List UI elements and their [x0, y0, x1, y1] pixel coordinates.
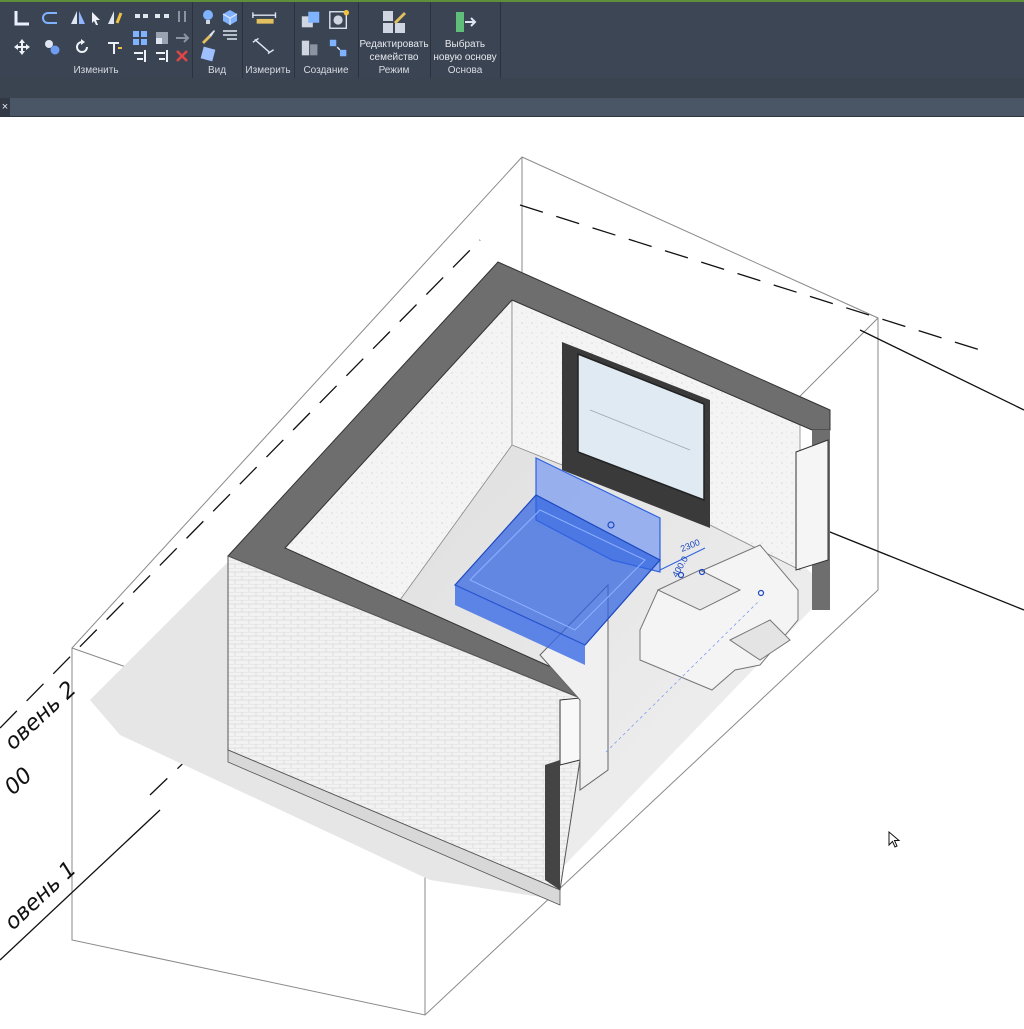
ribbon: Изменить Вид Измерить Создание Редактиро… [0, 0, 1024, 80]
paint-brush-icon[interactable] [198, 26, 218, 46]
split-gap-icon[interactable] [152, 7, 172, 27]
mouse-cursor-icon [888, 831, 901, 848]
align-tool-icon[interactable] [12, 8, 32, 28]
split-element-icon[interactable] [132, 7, 152, 27]
panel-view: Вид [192, 2, 243, 78]
panel-label-modify: Изменить [73, 65, 119, 76]
pick-new-host-button[interactable]: Выбрать новую основу [430, 4, 500, 64]
pin-icon[interactable] [172, 7, 192, 27]
align-right-icon[interactable] [152, 46, 172, 66]
thin-lines-icon[interactable] [220, 26, 240, 46]
delete-icon[interactable] [172, 46, 192, 66]
door-jamb [545, 760, 560, 890]
create-assembly-icon[interactable] [298, 36, 324, 60]
edit-family-label-line1: Редактировать [359, 39, 429, 50]
panel-mode: Редактировать семейство Режим [358, 2, 431, 78]
panel-label-mode: Режим [378, 65, 410, 76]
panel-measure: Измерить [242, 2, 295, 78]
panel-label-create: Создание [303, 65, 349, 76]
wall-end-cap [559, 697, 581, 766]
panel-create: Создание [294, 2, 359, 78]
3d-model-drawing: 2300 400.0 [0, 156, 1024, 1016]
create-part-icon[interactable] [298, 8, 324, 32]
panel-label-measure: Измерить [245, 65, 291, 76]
hide-element-icon[interactable] [198, 44, 218, 64]
view-cube-icon[interactable] [220, 7, 240, 27]
panel-label-view: Вид [207, 65, 227, 76]
edit-family-button[interactable]: Редактировать семейство [358, 4, 430, 64]
create-similar-icon[interactable] [326, 36, 352, 60]
measure-distance-icon[interactable] [250, 8, 284, 28]
edit-family-icon [380, 8, 408, 36]
pick-new-host-label-line1: Выбрать [444, 39, 486, 50]
pick-new-host-label-line2: новую основу [433, 52, 497, 63]
mirror-tool-icon[interactable] [68, 8, 88, 28]
options-bar [0, 78, 1024, 98]
aligned-dimension-icon[interactable] [250, 36, 284, 56]
offset-tool-icon[interactable] [40, 8, 60, 28]
copy-icon[interactable] [42, 37, 62, 57]
trim-extend-icon[interactable] [104, 37, 124, 57]
panel-label-host: Основа [447, 65, 483, 76]
panel-modify: Изменить [0, 2, 193, 78]
3d-view-canvas[interactable]: 2300 400.0 овень 2 00 овень 1 [0, 117, 1024, 1024]
lightbulb-icon[interactable] [198, 7, 218, 27]
right-window-frame[interactable] [795, 439, 829, 571]
unpin-icon[interactable] [172, 28, 192, 48]
pick-new-host-icon [451, 8, 479, 36]
panel-host: Выбрать новую основу Основа [430, 2, 501, 78]
move-icon[interactable] [12, 37, 32, 57]
view-tab-strip [0, 98, 1024, 117]
create-group-icon[interactable] [326, 8, 352, 32]
array-icon[interactable] [130, 28, 150, 48]
mirror-draw-icon[interactable] [104, 8, 124, 28]
select-arrow-icon[interactable] [86, 8, 106, 28]
align-left-icon[interactable] [130, 46, 150, 66]
edit-family-label-line2: семейство [369, 52, 419, 63]
ribbon-empty-area [500, 2, 1024, 80]
close-view-tab-icon[interactable]: × [0, 98, 10, 116]
rotate-icon[interactable] [72, 37, 92, 57]
scale-icon[interactable] [152, 28, 172, 48]
